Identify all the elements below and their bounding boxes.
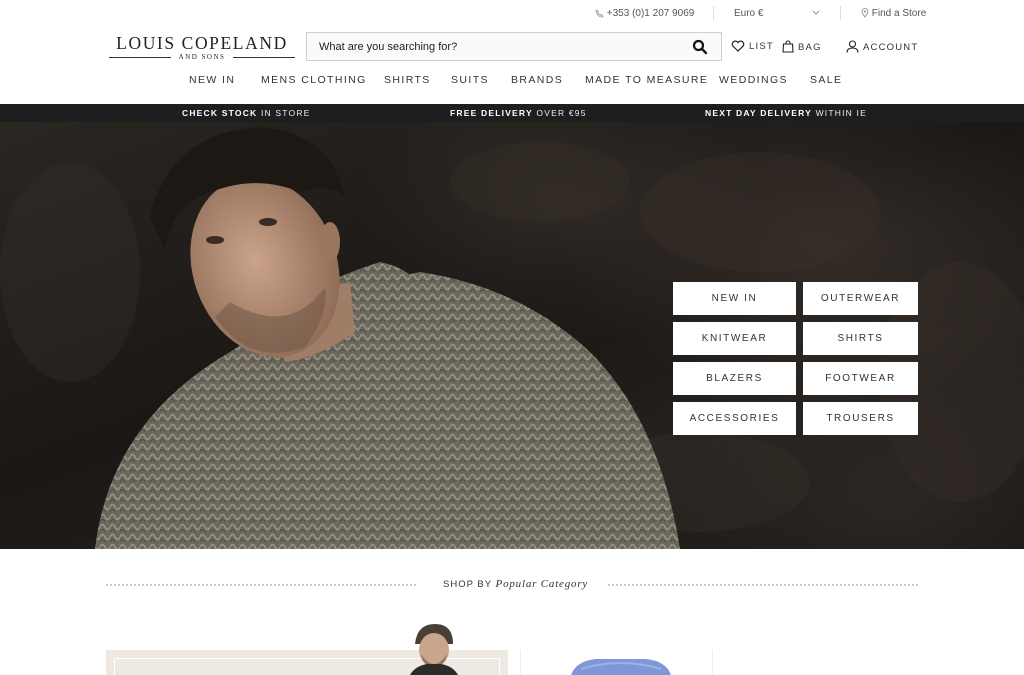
bag-link[interactable]: BAG	[782, 40, 822, 53]
nav-item-shirts[interactable]: SHIRTS	[384, 74, 431, 86]
category-button-accessories[interactable]: ACCESSORIES	[673, 402, 796, 435]
search-icon[interactable]	[692, 39, 708, 55]
divider	[713, 6, 714, 20]
nav-item-made-to-measure[interactable]: MADE TO MEASURE	[585, 74, 708, 86]
nav-item-weddings[interactable]: WEDDINGS	[719, 74, 788, 86]
section-title-emphasis: Popular Category	[495, 578, 589, 590]
brand-logo[interactable]: LOUIS COPELAND AND SONS	[107, 33, 297, 61]
tile-model-image	[410, 624, 458, 675]
chevron-down-icon	[812, 10, 820, 15]
divider	[106, 584, 416, 586]
logo-subtitle: AND SONS	[107, 53, 297, 61]
nav-item-suits[interactable]: SUITS	[451, 74, 489, 86]
shop-by-category-heading: SHOP BY Popular Category	[106, 578, 918, 592]
promo-bold: CHECK STOCK	[182, 108, 258, 118]
category-tile[interactable]	[520, 650, 713, 675]
phone-number: +353 (0)1 207 9069	[606, 8, 695, 19]
search-input[interactable]	[319, 38, 679, 56]
category-button-trousers[interactable]: TROUSERS	[803, 402, 918, 435]
phone-link[interactable]: +353 (0)1 207 9069	[595, 8, 694, 19]
promo-check-stock[interactable]: CHECK STOCK IN STORE	[182, 108, 311, 118]
promo-free-delivery[interactable]: FREE DELIVERY OVER €95	[450, 108, 587, 118]
account-link[interactable]: ACCOUNT	[846, 40, 918, 53]
category-button-blazers[interactable]: BLAZERS	[673, 362, 796, 395]
utility-bar: +353 (0)1 207 9069 Euro € Find a Store	[0, 0, 1024, 26]
promo-text: IN STORE	[260, 108, 311, 118]
find-store-label: Find a Store	[871, 8, 927, 19]
account-label: ACCOUNT	[863, 42, 919, 53]
promo-text: OVER €95	[536, 108, 587, 118]
section-title-prefix: SHOP BY	[443, 579, 492, 590]
find-store-link[interactable]: Find a Store	[861, 8, 926, 19]
nav-item-mens-clothing[interactable]: MENS CLOTHING	[261, 74, 367, 86]
divider	[608, 584, 918, 586]
wishlist-label: LIST	[749, 41, 774, 52]
heart-icon	[731, 40, 745, 52]
search-bar	[306, 32, 722, 61]
currency-value: Euro €	[734, 8, 764, 19]
promo-strip: CHECK STOCK IN STORE FREE DELIVERY OVER …	[0, 104, 1024, 122]
location-pin-icon	[861, 8, 869, 18]
promo-bold: FREE DELIVERY	[450, 108, 533, 118]
promo-next-day[interactable]: NEXT DAY DELIVERY WITHIN IE	[705, 108, 867, 118]
main-navigation: NEW IN MENS CLOTHING SHIRTS SUITS BRANDS…	[0, 74, 1024, 88]
nav-item-sale[interactable]: SALE	[810, 74, 842, 86]
tile-shirt-image	[571, 659, 671, 675]
nav-item-brands[interactable]: BRANDS	[511, 74, 563, 86]
section-title: SHOP BY Popular Category	[443, 578, 588, 590]
shopping-bag-icon	[782, 40, 794, 53]
nav-item-new-in[interactable]: NEW IN	[189, 74, 235, 86]
divider	[840, 6, 841, 20]
category-button-new-in[interactable]: NEW IN	[673, 282, 796, 315]
hero-banner[interactable]: NEW IN OUTERWEAR KNITWEAR SHIRTS BLAZERS…	[0, 122, 1024, 549]
category-button-footwear[interactable]: FOOTWEAR	[803, 362, 918, 395]
category-button-shirts[interactable]: SHIRTS	[803, 322, 918, 355]
user-icon	[846, 40, 859, 53]
phone-icon	[595, 9, 604, 18]
category-button-outerwear[interactable]: OUTERWEAR	[803, 282, 918, 315]
wishlist-link[interactable]: LIST	[731, 40, 774, 52]
category-button-knitwear[interactable]: KNITWEAR	[673, 322, 796, 355]
bag-label: BAG	[798, 42, 822, 53]
promo-text: WITHIN IE	[815, 108, 867, 118]
logo-wordmark: LOUIS COPELAND	[116, 33, 288, 53]
promo-bold: NEXT DAY DELIVERY	[705, 108, 812, 118]
currency-select[interactable]: Euro €	[734, 8, 820, 19]
